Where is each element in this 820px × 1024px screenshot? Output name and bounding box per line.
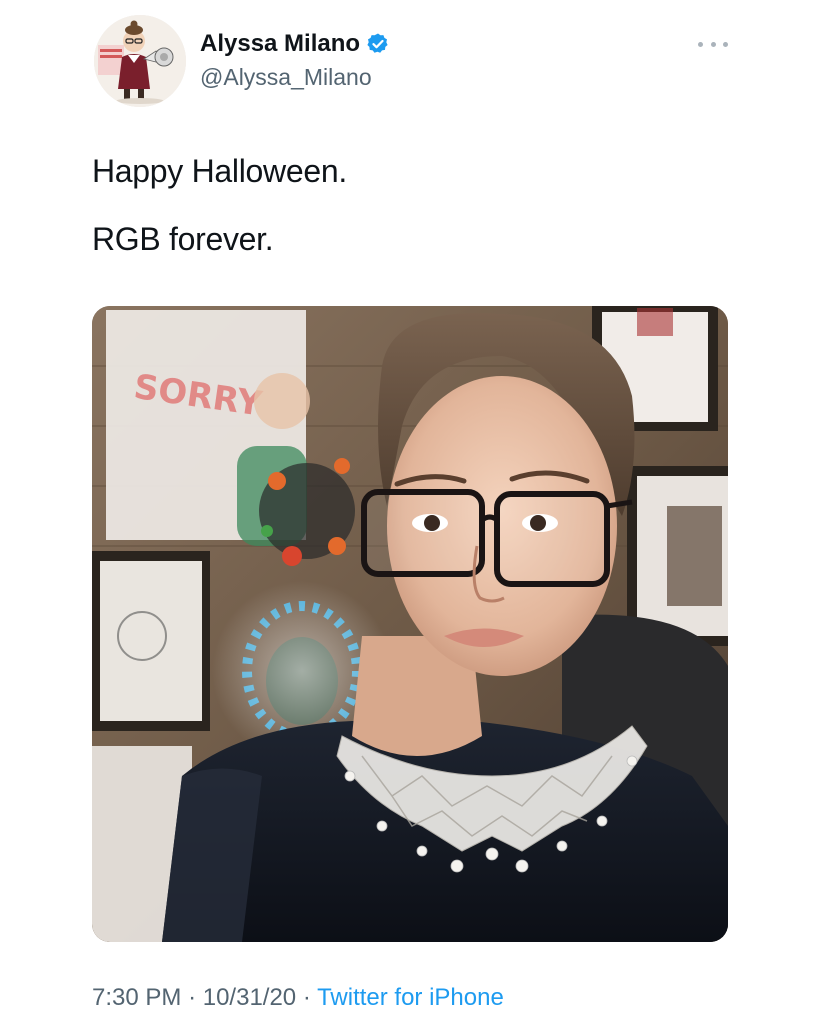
author-avatar[interactable] — [94, 15, 186, 107]
tweet-text-line: Happy Halloween. — [92, 153, 347, 189]
more-horizontal-icon — [723, 41, 728, 47]
tweet-text: Happy Halloween. RGB forever. — [92, 152, 347, 288]
display-name[interactable]: Alyssa Milano — [200, 30, 360, 58]
meta-separator: · — [302, 984, 311, 1011]
more-horizontal-icon — [698, 41, 703, 47]
author-info: Alyssa Milano @Alyssa_Milano — [200, 30, 390, 91]
tweet-photo[interactable]: SORRY — [92, 306, 728, 942]
display-name-row: Alyssa Milano — [200, 30, 390, 58]
verified-badge-icon — [367, 33, 388, 53]
meta-separator: · — [188, 984, 197, 1011]
author-handle[interactable]: @Alyssa_Milano — [200, 64, 390, 91]
tweet-date[interactable]: 10/31/20 — [203, 984, 296, 1011]
tweet-text-line: RGB forever. — [92, 221, 274, 257]
more-horizontal-icon — [710, 41, 716, 47]
tweet-time[interactable]: 7:30 PM — [92, 984, 181, 1011]
more-options-button[interactable] — [698, 34, 728, 54]
tweet-source-link[interactable]: Twitter for iPhone — [317, 984, 504, 1011]
selfie-photo-image: SORRY — [92, 306, 728, 942]
caricature-avatar-icon — [94, 15, 186, 107]
tweet-metadata: 7:30 PM · 10/31/20 · Twitter for iPhone — [92, 984, 504, 1012]
tweet-card: Alyssa Milano @Alyssa_Milano Happy Hallo… — [0, 0, 820, 1024]
